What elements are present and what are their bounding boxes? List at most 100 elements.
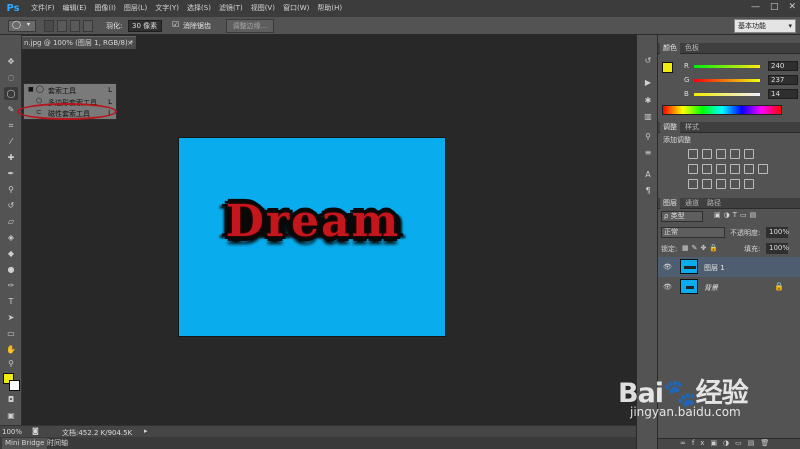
add-selection-icon[interactable] [57,20,67,32]
menu-filter[interactable]: 滤镜(T) [215,0,247,17]
feather-input[interactable]: 30 像素 [128,20,162,32]
dodge-tool-icon[interactable]: ● [4,263,18,276]
document-tab[interactable]: n.jpg @ 100% (图层 1, RGB/8) * × [22,36,136,49]
red-track[interactable] [694,65,760,68]
zoom-tool-icon[interactable]: ⚲ [4,357,18,370]
path-select-tool-icon[interactable]: ➤ [4,311,18,324]
paint-bucket-tool-icon[interactable]: ◈ [4,231,18,244]
blend-mode-select[interactable]: 正常 [661,227,725,238]
tab-styles[interactable]: 样式 [682,122,702,133]
green-slider[interactable]: G 237 [684,75,798,86]
invert-icon[interactable] [688,179,698,189]
background-color-swatch[interactable] [9,380,20,391]
tab-color[interactable]: 颜色 [660,43,680,54]
tab-paths[interactable]: 路径 [704,198,724,209]
document-canvas[interactable]: Dream [178,137,446,337]
blue-value[interactable]: 14 [768,89,798,99]
fill-input[interactable]: 100% [766,243,789,254]
flyout-item-lasso[interactable]: ■ ◯ 套索工具 L [24,85,116,96]
quick-select-tool-icon[interactable]: ✎ [4,103,18,116]
eyedropper-tool-icon[interactable]: ⁄ [4,135,18,148]
color-balance-icon[interactable] [702,164,712,174]
menu-layer[interactable]: 图层(L) [120,0,151,17]
actions-icon[interactable]: ▶ [642,77,654,89]
channel-mixer-icon[interactable] [744,164,754,174]
opacity-input[interactable]: 100% [766,227,789,238]
tab-adjustments[interactable]: 调整 [660,122,680,133]
menu-help[interactable]: 帮助(H) [313,0,346,17]
menu-view[interactable]: 视图(V) [247,0,279,17]
eye-icon[interactable]: 👁 [663,263,672,271]
levels-icon[interactable] [702,149,712,159]
red-value[interactable]: 240 [768,61,798,71]
history-icon[interactable]: ↺ [642,55,654,67]
layer-row[interactable]: 👁 背景 🔒 [658,277,800,297]
screen-mode-icon[interactable]: ▣ [4,409,18,422]
color-spectrum[interactable] [662,105,782,115]
exposure-icon[interactable] [730,149,740,159]
paragraph-icon[interactable]: ¶ [642,185,654,197]
color-lookup-icon[interactable] [758,164,768,174]
move-tool-icon[interactable]: ✥ [4,55,18,68]
hand-tool-icon[interactable]: ✋ [4,343,18,356]
menu-edit[interactable]: 编辑(E) [59,0,91,17]
marquee-tool-icon[interactable]: ◌ [4,71,18,84]
layer-row[interactable]: 👁 图层 1 [658,257,800,277]
clone-stamp-tool-icon[interactable]: ⚲ [4,183,18,196]
eraser-tool-icon[interactable]: ▱ [4,215,18,228]
intersect-selection-icon[interactable] [83,20,93,32]
blue-track[interactable] [694,93,760,96]
filter-icons[interactable]: ▣◑T▭▤ [714,211,759,219]
shape-tool-icon[interactable]: ▭ [4,327,18,340]
selective-color-icon[interactable] [730,179,740,189]
pen-tool-icon[interactable]: ✑ [4,279,18,292]
curves-icon[interactable] [716,149,726,159]
properties-icon[interactable]: ≡ [642,147,654,159]
quick-mask-icon[interactable]: ◘ [4,393,18,406]
minimize-button[interactable]: — [751,2,760,12]
type-tool-icon[interactable]: T [4,295,18,308]
gradient-map-icon[interactable] [744,179,754,189]
posterize-icon[interactable] [702,179,712,189]
brightness-icon[interactable] [688,149,698,159]
tool-preset-picker[interactable]: ◯ ▾ [8,20,36,32]
red-slider[interactable]: R 240 [684,61,798,72]
hue-saturation-icon[interactable] [688,164,698,174]
menu-type[interactable]: 文字(Y) [151,0,183,17]
green-track[interactable] [694,79,760,82]
menu-select[interactable]: 选择(S) [183,0,215,17]
threshold-icon[interactable] [716,179,726,189]
tab-channels[interactable]: 通道 [682,198,702,209]
workspace-select[interactable]: 基本功能 ▾ [734,19,796,33]
lock-icons[interactable]: ▦✎✥🔒 [682,244,721,252]
black-white-icon[interactable] [716,164,726,174]
antialias-checkbox[interactable]: ☑ [172,20,179,29]
healing-brush-tool-icon[interactable]: ✚ [4,151,18,164]
vibrance-icon[interactable] [744,149,754,159]
green-value[interactable]: 237 [768,75,798,85]
maximize-button[interactable]: □ [770,2,779,12]
menu-image[interactable]: 图像(I) [90,0,120,17]
brush-presets-icon[interactable]: ✱ [642,95,654,107]
character-icon[interactable]: A [642,169,654,181]
blur-tool-icon[interactable]: ◆ [4,247,18,260]
play-icon[interactable]: ▸ [144,427,148,435]
color-fg-swatch[interactable] [662,62,673,73]
clone-source-icon[interactable]: ⚲ [642,131,654,143]
photo-filter-icon[interactable] [730,164,740,174]
history-brush-tool-icon[interactable]: ↺ [4,199,18,212]
close-button[interactable]: ✕ [788,2,796,12]
blue-slider[interactable]: B 14 [684,89,798,100]
eye-icon[interactable]: 👁 [663,283,672,291]
lasso-tool-icon[interactable]: ◯ [4,87,18,100]
menu-file[interactable]: 文件(F) [27,0,59,17]
tab-timeline[interactable]: 时间轴 [44,438,71,449]
brush-tool-icon[interactable]: ✒ [4,167,18,180]
zoom-level[interactable]: 100% [2,428,22,436]
refine-edge-button[interactable]: 调整边缘... [226,19,274,33]
crop-tool-icon[interactable]: ⌗ [4,119,18,132]
tab-mini-bridge[interactable]: Mini Bridge [2,438,48,449]
subtract-selection-icon[interactable] [70,20,80,32]
tab-swatches[interactable]: 色板 [682,43,702,54]
histogram-icon[interactable]: ▥ [642,111,654,123]
